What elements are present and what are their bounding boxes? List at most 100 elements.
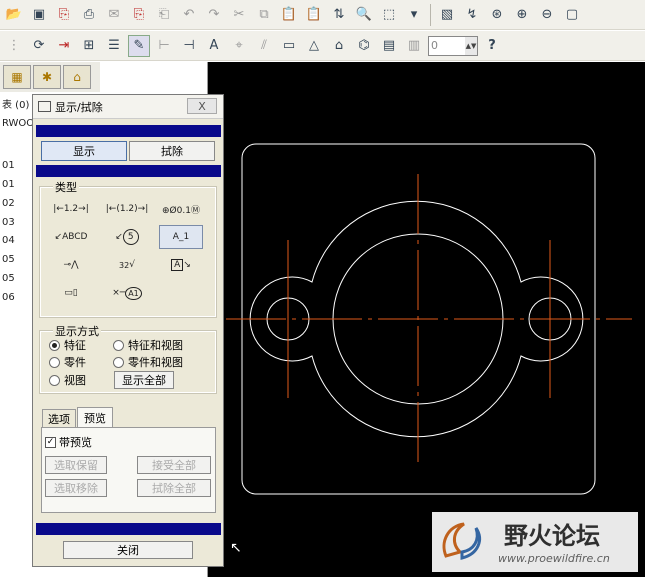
find-icon[interactable]: 🔍	[353, 4, 375, 26]
undo-icon[interactable]: ↶	[178, 4, 200, 26]
tab-preview[interactable]: 预览	[77, 407, 113, 427]
spinner-arrows-icon[interactable]: ▲▼	[465, 36, 477, 55]
radio-part[interactable]: 零件	[49, 354, 86, 370]
radio-view[interactable]: 视图	[49, 372, 86, 388]
tree-icon[interactable]: ⋮	[3, 35, 25, 57]
watermark: 野火论坛 www.proewildfire.cn	[432, 512, 638, 572]
accent-bar	[36, 125, 221, 137]
tab-options[interactable]: 选项	[42, 409, 76, 427]
print-icon[interactable]: ⎙	[78, 4, 100, 26]
part-drawing	[226, 143, 632, 495]
paste-special-icon[interactable]: 📋	[303, 4, 325, 26]
list-icon[interactable]: ☰	[103, 35, 125, 57]
symbol-icon[interactable]: ⌂	[328, 35, 350, 57]
mouse-cursor-icon: ↖	[230, 540, 242, 556]
show-all-button[interactable]: 显示全部	[114, 371, 174, 389]
hatch-icon[interactable]: ⫽	[253, 35, 275, 57]
pdf-export-icon[interactable]: ⎘	[53, 4, 75, 26]
spin-center-icon[interactable]: ↯	[461, 4, 483, 26]
open-folder-icon[interactable]: 📂	[3, 4, 25, 26]
main-toolbar: 📂 ▣ ⎘ ⎙ ✉ ⎘ ⎗ ↶ ↷ ✂ ⧉ 📋 📋 ⇅ 🔍 ⬚ ▾ ▧ ↯ ⊛ …	[0, 0, 645, 30]
dropdown-arrow-icon[interactable]: ▾	[403, 4, 425, 26]
erase-all-button[interactable]: 拭除全部	[137, 479, 211, 497]
zoom-in-icon[interactable]: ⊕	[511, 4, 533, 26]
radio-feature-and-view[interactable]: 特征和视图	[113, 337, 183, 353]
toolbar-separator	[430, 3, 431, 26]
zoom-spinner[interactable]: 0 ▲▼	[428, 35, 478, 56]
cosmetic-feature-type-icon[interactable]: ▭▯	[49, 281, 93, 305]
radio-feature[interactable]: 特征	[49, 337, 86, 353]
with-preview-checkbox[interactable]: ✓ 带预览	[45, 434, 92, 450]
note-icon[interactable]: A	[203, 35, 225, 57]
erase-button[interactable]: 拭除	[129, 141, 215, 161]
select-remove-button[interactable]: 选取移除	[45, 479, 107, 497]
table-icon[interactable]: ⊞	[78, 35, 100, 57]
tree-row[interactable]: 03	[2, 217, 15, 228]
redo-icon[interactable]: ↷	[203, 4, 225, 26]
dialog-window-icon	[38, 101, 51, 112]
insert-icon[interactable]: ⇥	[53, 35, 75, 57]
gtol-icon[interactable]: ⌖	[228, 35, 250, 57]
select-keep-button[interactable]: 选取保留	[45, 456, 107, 474]
zoom-value: 0	[431, 39, 438, 52]
regenerate-icon[interactable]: ⇅	[328, 4, 350, 26]
tree-row[interactable]: 05	[2, 273, 15, 284]
favorites-tab-icon[interactable]: ⌂	[63, 65, 91, 89]
tree-row[interactable]: 05	[2, 254, 15, 265]
orient-icon[interactable]: ⊛	[486, 4, 508, 26]
tree-row[interactable]: 01	[2, 160, 15, 171]
mail-icon[interactable]: ✉	[103, 4, 125, 26]
navigator-tabs: ▦ ✱ ⌂	[0, 62, 100, 92]
accept-all-button[interactable]: 接受全部	[137, 456, 211, 474]
refit-icon[interactable]: ▢	[561, 4, 583, 26]
drawing-canvas[interactable]	[208, 62, 645, 577]
weld-symbol-type-icon[interactable]: ⊸⋀	[49, 253, 93, 277]
ordinate-icon[interactable]: ⊣	[178, 35, 200, 57]
balloon-type-icon[interactable]: ↙ 5	[105, 225, 149, 249]
watermark-url: www.proewildfire.cn	[498, 552, 610, 565]
dialog-title: 显示/拭除	[55, 100, 103, 114]
close-button[interactable]: 关闭	[63, 541, 193, 559]
tree-row[interactable]: 06	[2, 292, 15, 303]
surface-finish-type-icon[interactable]: 32 √	[105, 253, 149, 277]
tree-header: 表 (0)	[2, 100, 30, 111]
axis-type-icon[interactable]: A_1	[159, 225, 203, 249]
zoom-out-icon[interactable]: ⊖	[536, 4, 558, 26]
reference-dimension-type-icon[interactable]: |← (1.2) →|	[105, 197, 149, 221]
flame-logo-icon	[442, 522, 481, 560]
datum-target-type-icon[interactable]: A ↘	[159, 253, 203, 277]
grid-table-icon[interactable]: ▤	[378, 35, 400, 57]
dimension-icon[interactable]: ⊢	[153, 35, 175, 57]
show-erase-icon[interactable]: ✎	[128, 34, 150, 57]
watermark-title: 野火论坛	[504, 521, 600, 550]
pdf-icon[interactable]: ⎘	[128, 4, 150, 26]
scale-icon[interactable]: ▭	[278, 35, 300, 57]
type-group-title: 类型	[53, 179, 79, 195]
format-icon[interactable]: ⌬	[353, 35, 375, 57]
note-type-icon[interactable]: ↙ ABCD	[49, 225, 93, 249]
tree-row[interactable]: 04	[2, 235, 15, 246]
tree-row[interactable]: 01	[2, 179, 15, 190]
radio-part-and-view[interactable]: 零件和视图	[113, 354, 183, 370]
accent-bar	[36, 523, 221, 535]
repaint-icon[interactable]: ▧	[436, 4, 458, 26]
tree-row[interactable]: 02	[2, 198, 15, 209]
dialog-close-icon[interactable]: X	[187, 98, 217, 114]
send-icon[interactable]: ⎗	[153, 4, 175, 26]
show-button[interactable]: 显示	[41, 141, 127, 161]
save-icon[interactable]: ▣	[28, 4, 50, 26]
surface-finish-icon[interactable]: △	[303, 35, 325, 57]
copy-icon[interactable]: ⧉	[253, 4, 275, 26]
paste-icon[interactable]: 📋	[278, 4, 300, 26]
gtol-type-icon[interactable]: ⊕Ø0.1Ⓜ	[159, 197, 203, 221]
dimension-type-icon[interactable]: |← 1.2 →|	[49, 197, 93, 221]
datum-tag-type-icon[interactable]: ×─ A1	[105, 281, 149, 305]
model-tree-tab-icon[interactable]: ▦	[3, 65, 31, 89]
refresh-icon[interactable]: ⟳	[28, 35, 50, 57]
context-help-icon[interactable]: ?	[481, 35, 503, 57]
select-box-icon[interactable]: ⬚	[378, 4, 400, 26]
folder-tab-icon[interactable]: ✱	[33, 65, 61, 89]
cut-icon[interactable]: ✂	[228, 4, 250, 26]
layer-icon[interactable]: ▥	[403, 35, 425, 57]
drawing-toolbar: ⋮ ⟳ ⇥ ⊞ ☰ ✎ ⊢ ⊣ A ⌖ ⫽ ▭ △ ⌂ ⌬ ▤ ▥ 0 ▲▼ ?	[0, 31, 645, 61]
